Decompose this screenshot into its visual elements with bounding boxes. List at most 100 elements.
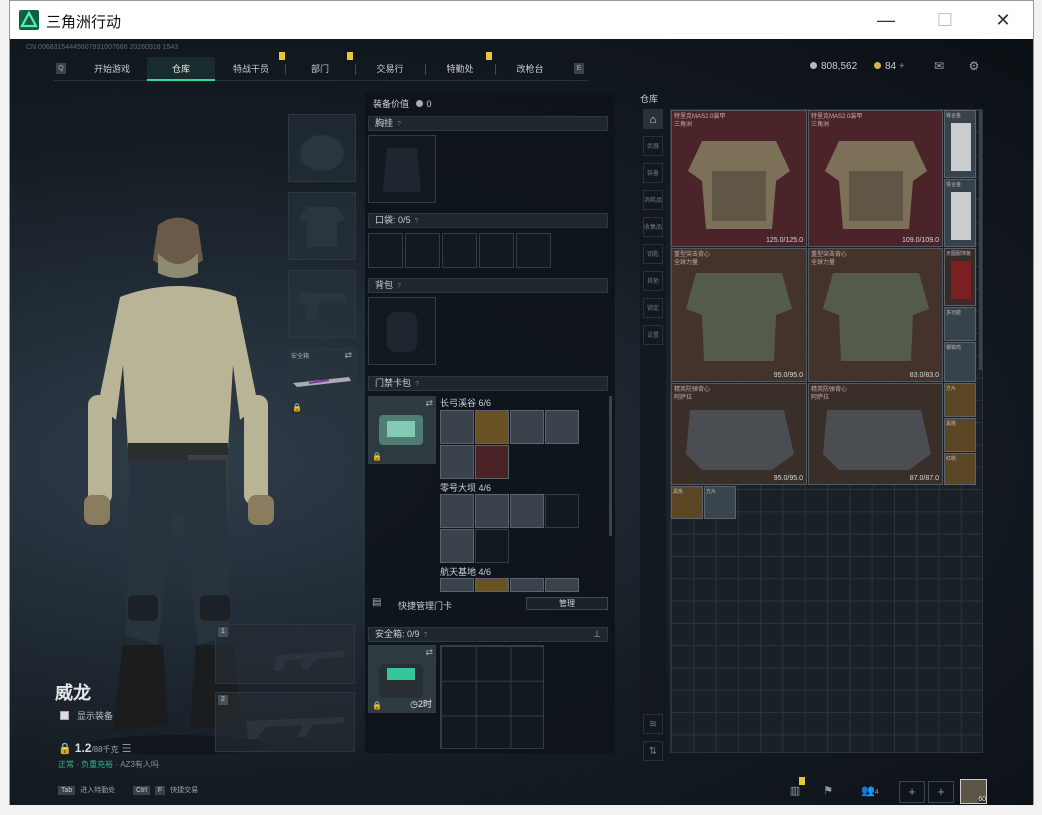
key-item[interactable]: 方片 bbox=[704, 486, 736, 519]
armor-item[interactable]: 重型突击背心 全球力量 95.0/95.0 bbox=[671, 248, 807, 382]
filter-keys[interactable]: 钥匙 bbox=[643, 244, 663, 264]
backpack-slot[interactable] bbox=[368, 297, 436, 365]
armor-item[interactable]: 精英防弹背心 阿萨拉 95.0/95.0 bbox=[671, 383, 807, 485]
filter-weapons[interactable]: 武器 bbox=[643, 136, 663, 156]
helmet-slot[interactable] bbox=[288, 114, 356, 182]
key-card[interactable] bbox=[440, 494, 474, 528]
tab-special-ops[interactable]: 特勤处 bbox=[425, 57, 495, 81]
misc-item[interactable]: 钢铁鸣 bbox=[944, 342, 976, 382]
key-card[interactable] bbox=[440, 578, 474, 592]
pocket-cell[interactable] bbox=[516, 233, 551, 268]
pistol-slot[interactable] bbox=[288, 270, 356, 338]
primary-weapon-slot[interactable]: 1 bbox=[215, 624, 355, 684]
key-card-empty[interactable] bbox=[545, 494, 579, 528]
player-avatar[interactable]: 60 bbox=[960, 779, 987, 804]
filter-collectibles[interactable]: 收集品 bbox=[643, 217, 663, 237]
keycard-scrollbar[interactable] bbox=[609, 396, 612, 536]
key-item[interactable]: 红桃 bbox=[944, 453, 976, 485]
key-item[interactable]: 方片 bbox=[944, 383, 976, 417]
nav-prev-key[interactable]: Q bbox=[56, 63, 66, 74]
filter-all-icon[interactable]: ⌂ bbox=[643, 109, 663, 129]
minimize-button[interactable]: — bbox=[863, 5, 909, 35]
swap-icon[interactable]: ⇄ bbox=[425, 398, 433, 409]
pocket-cell[interactable] bbox=[442, 233, 477, 268]
tab-operators[interactable]: 特战干员 bbox=[217, 57, 285, 81]
filter-locked[interactable]: 锁定 bbox=[643, 298, 663, 318]
add-teammate-button[interactable]: + bbox=[928, 781, 954, 803]
key-card[interactable] bbox=[510, 410, 544, 444]
warehouse-grid[interactable]: 特里克MAS2.0装甲 三角洲 125.0/125.0 特里克MAS2.0装甲 三角… bbox=[670, 109, 983, 753]
swap-icon[interactable]: ⇄ bbox=[425, 647, 433, 658]
add-teammate-button[interactable]: + bbox=[899, 781, 925, 803]
nav-next-key[interactable]: E bbox=[574, 63, 584, 74]
filter-other[interactable]: 其他 bbox=[643, 271, 663, 291]
checkbox-icon[interactable] bbox=[60, 711, 69, 720]
key-card[interactable] bbox=[510, 578, 544, 592]
help-icon[interactable]: ? bbox=[397, 283, 401, 290]
pocket-cell[interactable] bbox=[368, 233, 403, 268]
chest-rig-slot[interactable] bbox=[368, 135, 436, 203]
pocket-cell[interactable] bbox=[405, 233, 440, 268]
armor-item[interactable]: 重型突击背心 全球力量 83.0/83.0 bbox=[808, 248, 943, 382]
key-card[interactable] bbox=[510, 494, 544, 528]
pocket-cell[interactable] bbox=[479, 233, 514, 268]
safebox-grid[interactable] bbox=[440, 645, 544, 749]
steel-plate-item[interactable]: 铁合金 bbox=[944, 110, 976, 178]
stats-chart-icon[interactable]: ▥ bbox=[787, 783, 803, 799]
safebox-slot[interactable]: ⇄ 🔒 ◷2时 bbox=[368, 645, 436, 713]
close-button[interactable]: ✕ bbox=[980, 5, 1026, 35]
key-item[interactable]: 黑桃 bbox=[944, 418, 976, 452]
steel-plate-item[interactable]: 铁合金 bbox=[944, 179, 976, 247]
misc-item[interactable]: 多功能 bbox=[944, 307, 976, 341]
sort-icon[interactable]: ⇅ bbox=[643, 741, 663, 761]
filter-equipment[interactable]: 装备 bbox=[643, 163, 663, 183]
armor-slot[interactable] bbox=[288, 192, 356, 260]
key-card[interactable] bbox=[545, 578, 579, 592]
bottom-bar: ▥ ⚑ 👥4 + + 60 bbox=[10, 777, 1033, 805]
tab-start-game[interactable]: 开始游戏 bbox=[79, 57, 145, 81]
help-icon[interactable]: ? bbox=[424, 632, 428, 639]
key-card[interactable] bbox=[475, 494, 509, 528]
settings-gear-icon[interactable]: ⚙ bbox=[967, 59, 981, 73]
key-card[interactable] bbox=[475, 578, 509, 592]
tab-gunsmith[interactable]: 改枪台 bbox=[495, 57, 565, 81]
tab-trade[interactable]: 交易行 bbox=[355, 57, 425, 81]
armor-name: 精英防弹背心 阿萨拉 bbox=[674, 386, 710, 402]
key-card[interactable] bbox=[440, 410, 474, 444]
key-card[interactable] bbox=[545, 410, 579, 444]
layers-icon[interactable]: ≋ bbox=[643, 714, 663, 734]
pocket-value: 0/5 bbox=[398, 215, 411, 225]
armor-item[interactable]: 特里克MAS2.0装甲 三角洲 109.0/109.0 bbox=[808, 110, 943, 247]
armor-name: 精英防弹背心 阿萨拉 bbox=[811, 386, 847, 402]
key-card[interactable] bbox=[475, 410, 509, 444]
key-card-empty[interactable] bbox=[475, 529, 509, 563]
tab-department[interactable]: 部门 bbox=[285, 57, 355, 81]
list-icon[interactable]: ☰ bbox=[122, 743, 132, 755]
maximize-button[interactable]: ☐ bbox=[922, 5, 968, 35]
keycard-case-slot[interactable]: ⇄ 🔒 bbox=[368, 396, 436, 464]
filter-settings[interactable]: 设置 bbox=[643, 325, 663, 345]
help-icon[interactable]: ? bbox=[415, 381, 419, 388]
swap-icon[interactable]: ⇄ bbox=[344, 350, 352, 361]
melee-slot[interactable]: 安全箱 ⇄ 🔒 bbox=[288, 348, 356, 416]
key-item[interactable]: 黑桃 bbox=[671, 486, 703, 519]
help-icon[interactable]: ? bbox=[397, 121, 401, 128]
key-card[interactable] bbox=[440, 445, 474, 479]
tab-warehouse[interactable]: 仓库 bbox=[147, 57, 215, 81]
key-card[interactable] bbox=[440, 529, 474, 563]
add-currency-button[interactable]: + bbox=[899, 61, 905, 72]
mail-icon[interactable]: ✉ bbox=[932, 59, 946, 73]
show-equipment-toggle[interactable]: 显示装备 bbox=[60, 709, 113, 722]
filter-consumables[interactable]: 消耗品 bbox=[643, 190, 663, 210]
warehouse-scrollbar[interactable] bbox=[979, 110, 982, 370]
friends-icon[interactable]: 👥4 bbox=[856, 783, 884, 799]
armor-item[interactable]: 精英防弹背心 阿萨拉 87.0/87.0 bbox=[808, 383, 943, 485]
key-card[interactable] bbox=[475, 445, 509, 479]
manage-button[interactable]: 管理 bbox=[526, 597, 608, 610]
secondary-weapon-slot[interactable]: 2 bbox=[215, 692, 355, 752]
artifact-item[interactable]: 天图服饰板 bbox=[944, 248, 976, 306]
pin-icon[interactable]: ⊥ bbox=[593, 628, 601, 641]
help-icon[interactable]: ? bbox=[415, 218, 419, 225]
armor-item[interactable]: 特里克MAS2.0装甲 三角洲 125.0/125.0 bbox=[671, 110, 807, 247]
flag-icon[interactable]: ⚑ bbox=[820, 783, 836, 799]
